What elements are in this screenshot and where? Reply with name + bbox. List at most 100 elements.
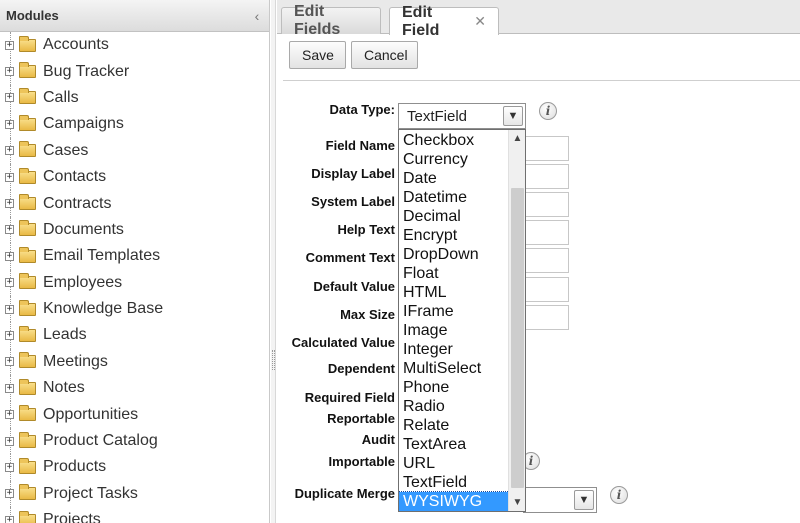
dropdown-option[interactable]: Datetime — [399, 188, 509, 207]
scroll-up-icon[interactable]: ▲ — [509, 130, 525, 147]
module-item[interactable]: + Contracts — [0, 190, 269, 218]
module-item[interactable]: + Project Tasks — [0, 480, 269, 508]
expand-icon[interactable]: + — [5, 304, 14, 314]
module-item[interactable]: + Knowledge Base — [0, 295, 269, 323]
duplicate-merge-select[interactable]: ▼ — [523, 487, 597, 513]
dropdown-option[interactable]: Relate — [399, 416, 509, 435]
expand-icon[interactable]: + — [5, 330, 14, 340]
data-type-info-icon[interactable]: i — [539, 102, 557, 120]
system-label-input[interactable] — [523, 192, 569, 217]
module-item[interactable]: + Calls — [0, 84, 269, 112]
dropdown-option[interactable]: Float — [399, 264, 509, 283]
dropdown-scrollbar[interactable]: ▲ ▼ — [508, 130, 525, 511]
expand-icon[interactable]: + — [5, 225, 14, 235]
dropdown-option[interactable]: Integer — [399, 340, 509, 359]
dropdown-option[interactable]: MultiSelect — [399, 359, 509, 378]
expand-icon[interactable]: + — [5, 489, 14, 499]
save-button[interactable]: Save — [289, 41, 346, 69]
folder-icon — [19, 325, 36, 342]
default-value-input[interactable] — [523, 277, 569, 302]
module-label: Leads — [43, 326, 87, 344]
expand-icon[interactable]: + — [5, 119, 14, 129]
tab-edit-fields[interactable]: Edit Fields — [281, 3, 381, 38]
expand-icon[interactable]: + — [5, 251, 14, 261]
expand-icon[interactable]: + — [5, 357, 14, 367]
module-item[interactable]: + Projects — [0, 507, 269, 523]
expand-icon[interactable]: + — [5, 278, 14, 288]
module-item[interactable]: + Employees — [0, 269, 269, 297]
module-item[interactable]: + Product Catalog — [0, 427, 269, 455]
module-item[interactable]: + Documents — [0, 216, 269, 244]
folder-icon — [19, 510, 36, 523]
expand-icon[interactable]: + — [5, 410, 14, 420]
expand-icon[interactable]: + — [5, 67, 14, 77]
expand-icon[interactable]: + — [5, 146, 14, 156]
module-item[interactable]: + Notes — [0, 375, 269, 402]
cancel-button[interactable]: Cancel — [351, 41, 418, 69]
chevron-down-icon[interactable]: ▼ — [503, 106, 523, 126]
module-item[interactable]: + Meetings — [0, 348, 269, 376]
dropdown-option[interactable]: TextField — [399, 473, 509, 492]
module-item[interactable]: + Products — [0, 454, 269, 482]
folder-icon — [19, 220, 36, 237]
comment-text-label: Comment Text — [305, 250, 395, 265]
dropdown-option[interactable]: Decimal — [399, 207, 509, 226]
dropdown-option[interactable]: Currency — [399, 150, 509, 169]
expand-icon[interactable]: + — [5, 93, 14, 103]
dropdown-option[interactable]: TextArea — [399, 435, 509, 454]
data-type-select[interactable]: TextField ▼ — [398, 103, 526, 129]
dropdown-option[interactable]: HTML — [399, 283, 509, 302]
expand-icon[interactable]: + — [5, 199, 14, 209]
field-name-input[interactable] — [523, 136, 569, 161]
data-type-dropdown-list[interactable]: Checkbox Currency Date Datetime Decimal Encry… — [398, 129, 526, 512]
module-item[interactable]: + Opportunities — [0, 401, 269, 429]
folder-icon — [19, 114, 36, 131]
module-item[interactable]: + Campaigns — [0, 111, 269, 138]
folder-icon — [19, 273, 36, 290]
chevron-down-icon[interactable]: ▼ — [574, 490, 594, 510]
dropdown-option[interactable]: DropDown — [399, 245, 509, 264]
module-item[interactable]: + Cases — [0, 137, 269, 165]
expand-icon[interactable]: + — [5, 383, 14, 393]
dropdown-option[interactable]: Radio — [399, 397, 509, 416]
module-item[interactable]: + Email Templates — [0, 243, 269, 270]
expand-icon[interactable]: + — [5, 462, 14, 472]
dropdown-option[interactable]: Checkbox — [399, 131, 509, 150]
required-field-label: Required Field — [304, 390, 395, 405]
collapse-panel-icon[interactable]: ‹ — [245, 8, 269, 24]
expand-icon[interactable]: + — [5, 172, 14, 182]
dropdown-option[interactable]: WYSIWYG — [399, 491, 510, 511]
help-text-input[interactable] — [523, 220, 569, 245]
module-label: Campaigns — [43, 115, 124, 133]
comment-text-input[interactable] — [523, 248, 569, 273]
module-label: Contacts — [43, 168, 107, 186]
dropdown-option[interactable]: Encrypt — [399, 226, 509, 245]
folder-icon — [19, 141, 36, 158]
module-item[interactable]: + Contacts — [0, 163, 269, 191]
dropdown-option[interactable]: Date — [399, 169, 509, 188]
dropdown-options: Checkbox Currency Date Datetime Decimal Encry… — [399, 131, 510, 511]
folder-icon — [19, 194, 36, 211]
max-size-input[interactable] — [523, 305, 569, 330]
tab-edit-field[interactable]: Edit Field ✕ — [389, 4, 499, 39]
splitter-grip-icon[interactable] — [272, 350, 275, 370]
dropdown-option[interactable]: Phone — [399, 378, 509, 397]
module-item[interactable]: + Accounts — [0, 32, 269, 59]
close-tab-icon[interactable]: ✕ — [474, 13, 486, 30]
display-label-input[interactable] — [523, 164, 569, 189]
module-item[interactable]: + Leads — [0, 322, 269, 350]
expand-icon[interactable]: + — [5, 40, 14, 50]
panel-splitter[interactable] — [271, 0, 276, 523]
scroll-down-icon[interactable]: ▼ — [509, 494, 525, 511]
scroll-thumb[interactable] — [511, 188, 524, 488]
calculated-value-label: Calculated Value — [291, 335, 395, 350]
module-item[interactable]: + Bug Tracker — [0, 58, 269, 86]
module-label: Cases — [43, 141, 89, 159]
module-label: Employees — [43, 273, 123, 291]
dropdown-option[interactable]: IFrame — [399, 302, 509, 321]
expand-icon[interactable]: + — [5, 436, 14, 446]
expand-icon[interactable]: + — [5, 515, 14, 523]
dropdown-option[interactable]: URL — [399, 454, 509, 473]
dropdown-option[interactable]: Image — [399, 321, 509, 340]
duplicate-merge-info-icon[interactable]: i — [610, 486, 628, 504]
